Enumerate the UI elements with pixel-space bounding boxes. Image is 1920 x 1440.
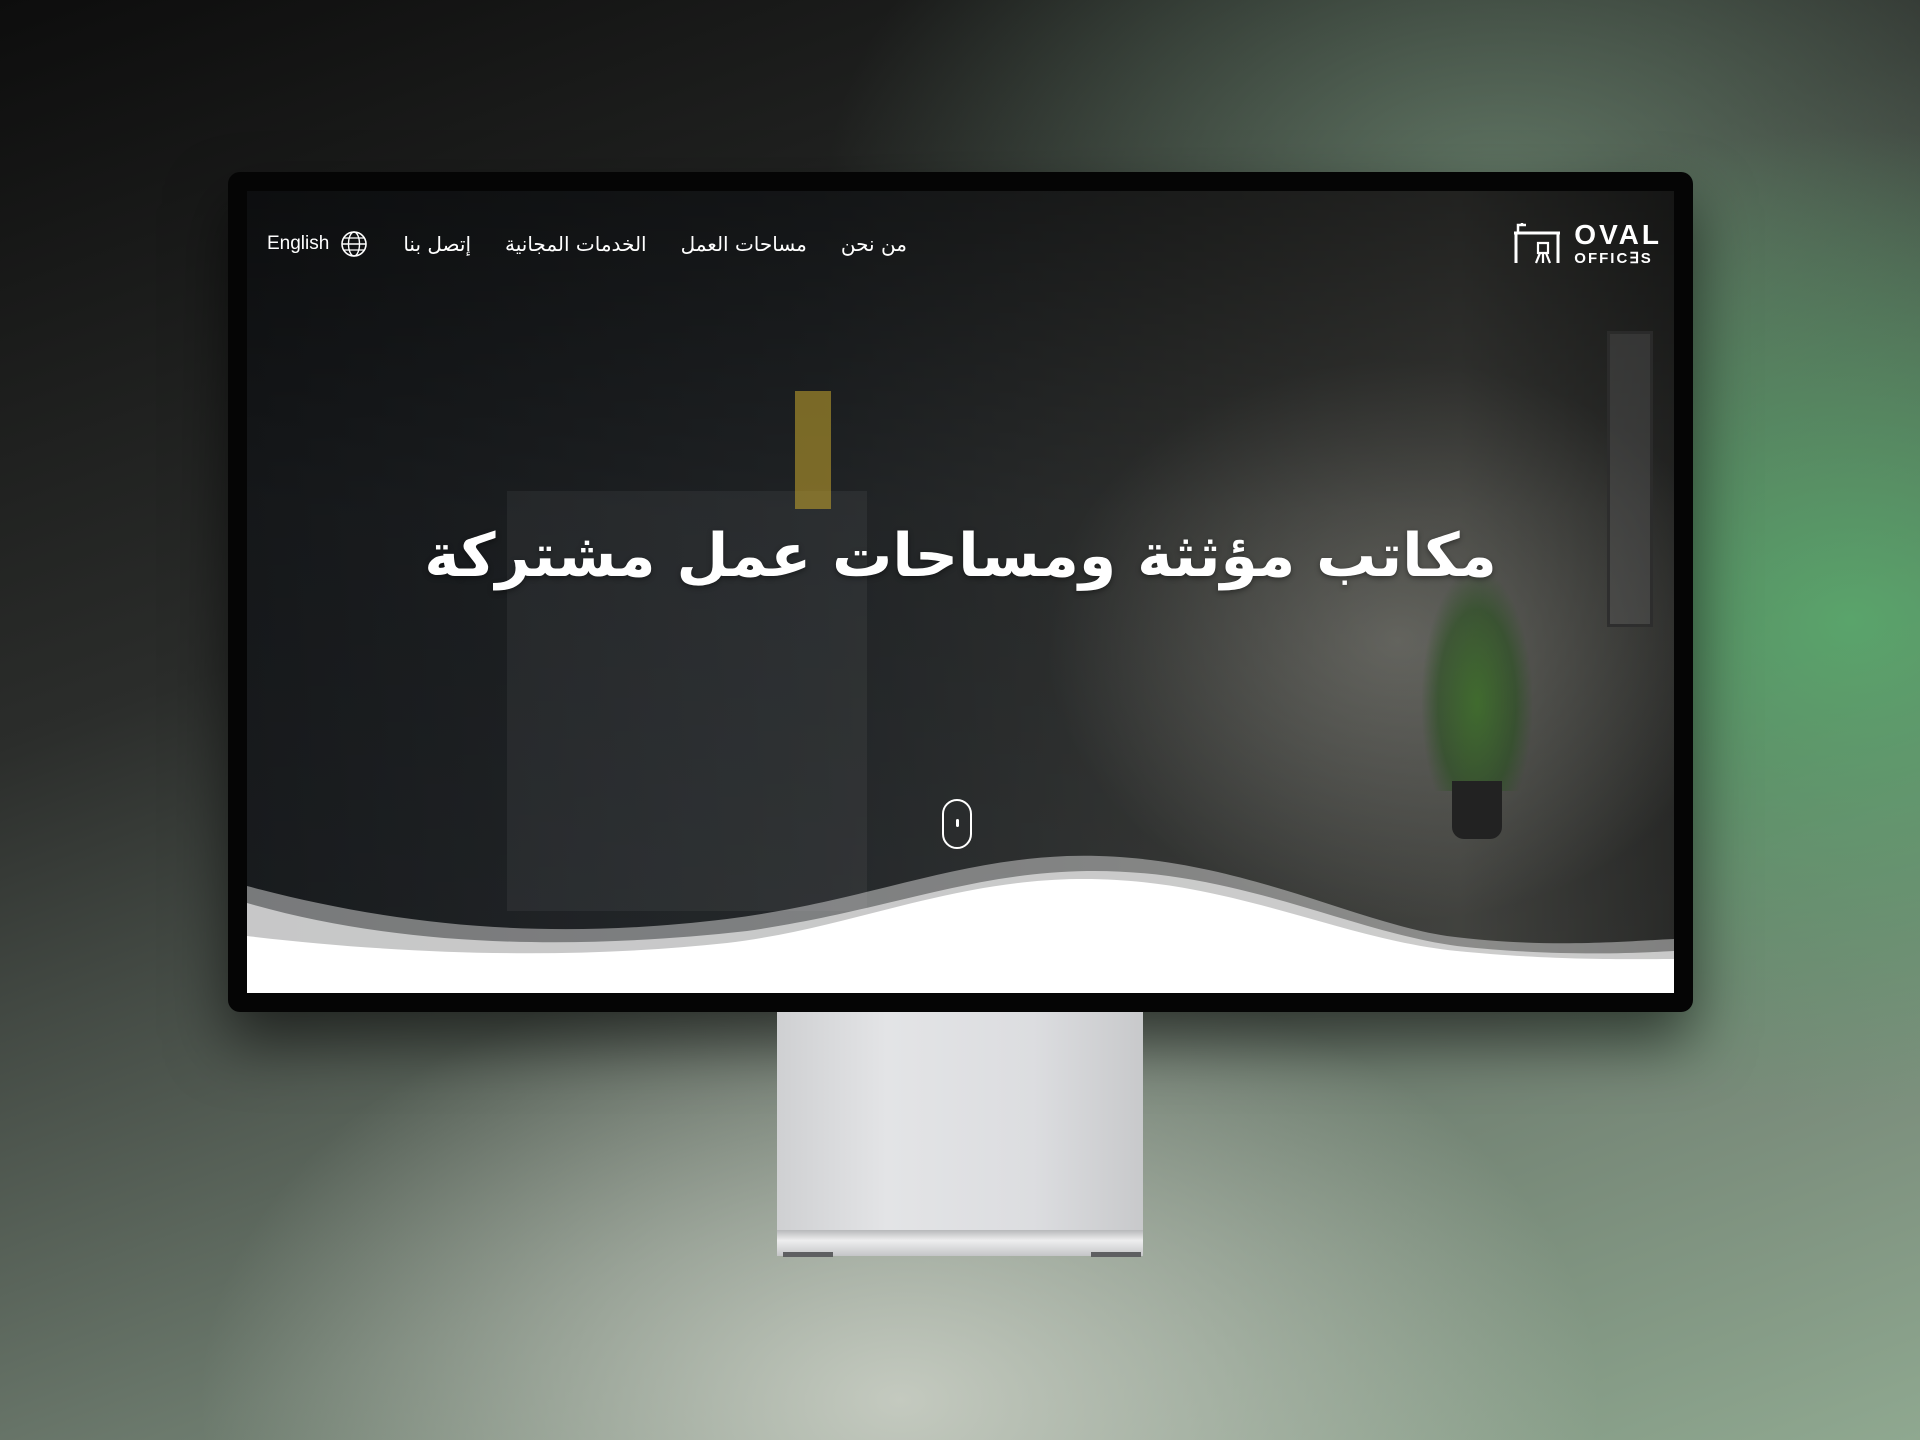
globe-icon bbox=[341, 231, 368, 257]
monitor-frame: English إتصل بنا الخدمات المجانية مساحات… bbox=[228, 172, 1693, 1012]
language-switcher[interactable]: English bbox=[267, 229, 369, 259]
top-navigation: English إتصل بنا الخدمات المجانية مساحات… bbox=[247, 191, 1674, 291]
desk-logo-icon bbox=[1514, 223, 1561, 264]
plant bbox=[1422, 571, 1532, 791]
language-label: English bbox=[267, 233, 330, 254]
door-sign bbox=[795, 391, 831, 509]
nav-item-workspaces[interactable]: مساحات العمل bbox=[681, 232, 807, 256]
scroll-wheel bbox=[956, 819, 959, 827]
brand-name-line2: OFFIC∃S bbox=[1574, 249, 1653, 267]
hero-wave-divider bbox=[247, 855, 1674, 993]
brand-name-line1: OVAL bbox=[1574, 218, 1662, 250]
hero-title: مكاتب مؤثثة ومساحات عمل مشتركة bbox=[424, 521, 1497, 591]
stand-foot-right bbox=[1091, 1252, 1141, 1257]
website-screen: English إتصل بنا الخدمات المجانية مساحات… bbox=[247, 191, 1674, 993]
nav-menu: English إتصل بنا الخدمات المجانية مساحات… bbox=[267, 229, 907, 259]
nav-item-contact[interactable]: إتصل بنا bbox=[403, 232, 471, 256]
nav-item-free-services[interactable]: الخدمات المجانية bbox=[505, 232, 647, 256]
stand-foot-left bbox=[783, 1252, 833, 1257]
brand-name: OVAL OFFIC∃S bbox=[1574, 218, 1662, 267]
monitor-stand bbox=[777, 1012, 1143, 1237]
nav-item-about[interactable]: من نحن bbox=[841, 232, 907, 256]
brand-logo[interactable]: OVAL OFFIC∃S bbox=[1510, 218, 1662, 267]
